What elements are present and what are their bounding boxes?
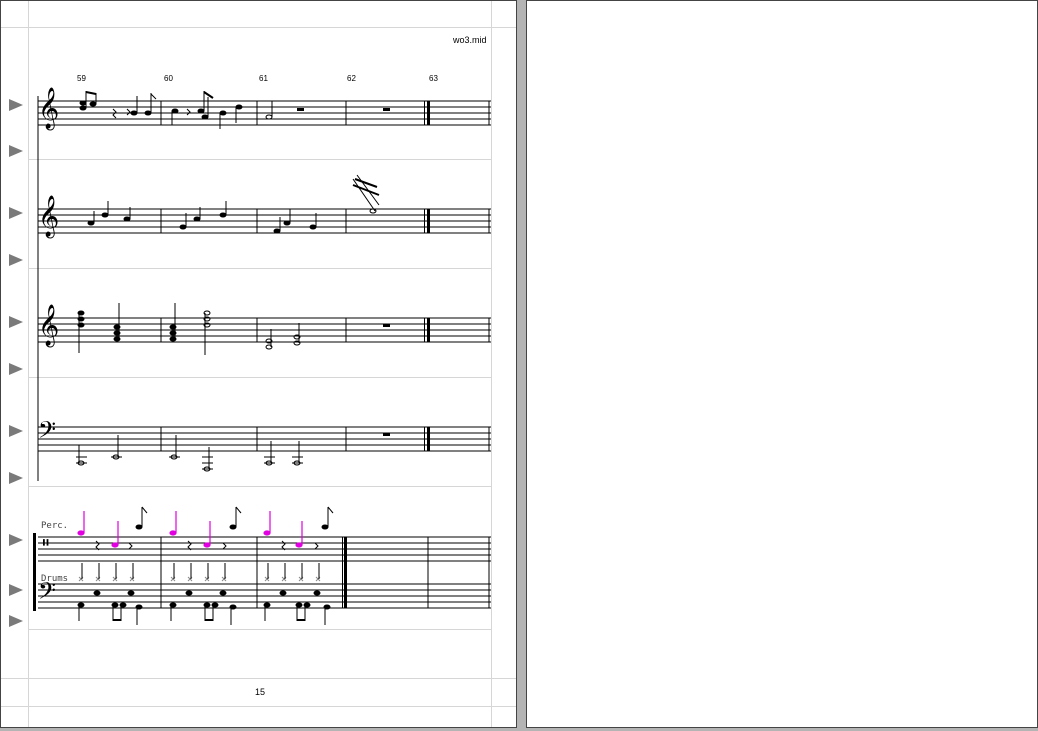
staff-1-lines [38,100,491,126]
perc-notes [77,511,303,548]
staff-3-notes [77,303,301,355]
drum-notes [77,563,331,625]
staff-1-notes [79,91,273,129]
staff-3-lines [38,317,491,343]
staff-perc-lines [38,536,491,562]
final-barlines [33,101,430,611]
whole-rests [297,108,390,436]
score-page-right[interactable] [526,0,1038,728]
score-page-left[interactable]: wo3.mid 15 59 60 61 62 63 Perc. Drums 𝄞 … [0,0,517,728]
staff-2-notes [87,174,380,234]
staff-4-lines [38,426,491,452]
score-notation [33,91,491,625]
staff-4-notes [76,435,303,472]
